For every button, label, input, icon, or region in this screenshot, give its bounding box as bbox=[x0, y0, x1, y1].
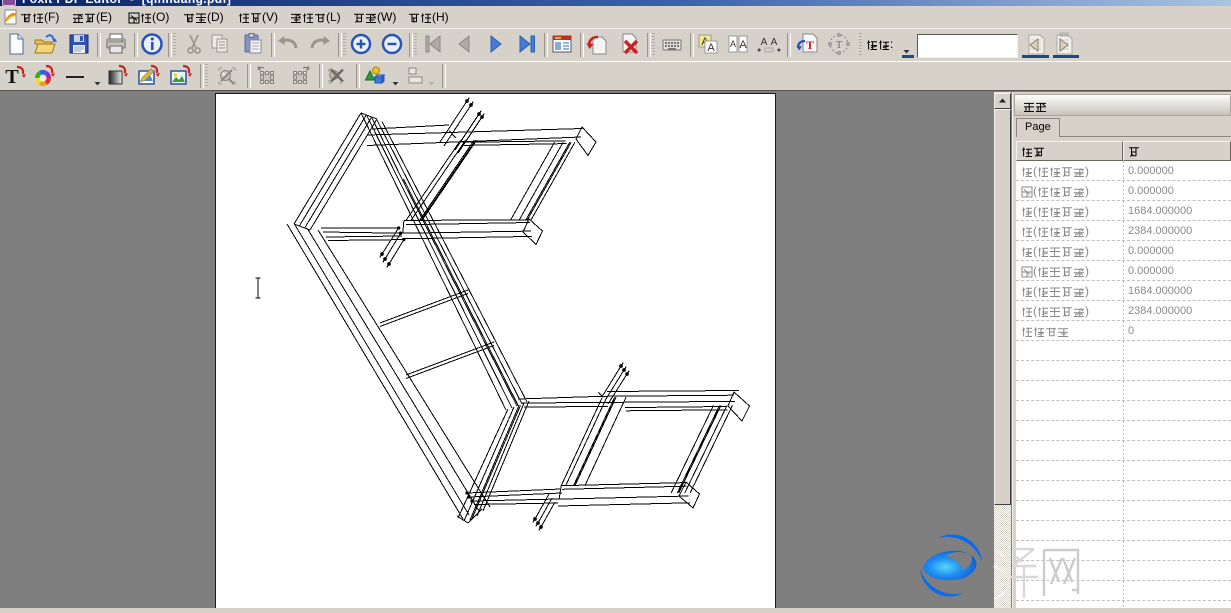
svg-text:A: A bbox=[771, 37, 778, 48]
svg-text:T: T bbox=[5, 66, 19, 88]
svg-text:T: T bbox=[806, 38, 814, 52]
svg-text:A: A bbox=[739, 39, 747, 51]
svg-text:T: T bbox=[836, 40, 842, 51]
svg-text:A: A bbox=[730, 39, 736, 49]
svg-text:A: A bbox=[707, 42, 715, 54]
svg-text:A: A bbox=[761, 37, 768, 48]
